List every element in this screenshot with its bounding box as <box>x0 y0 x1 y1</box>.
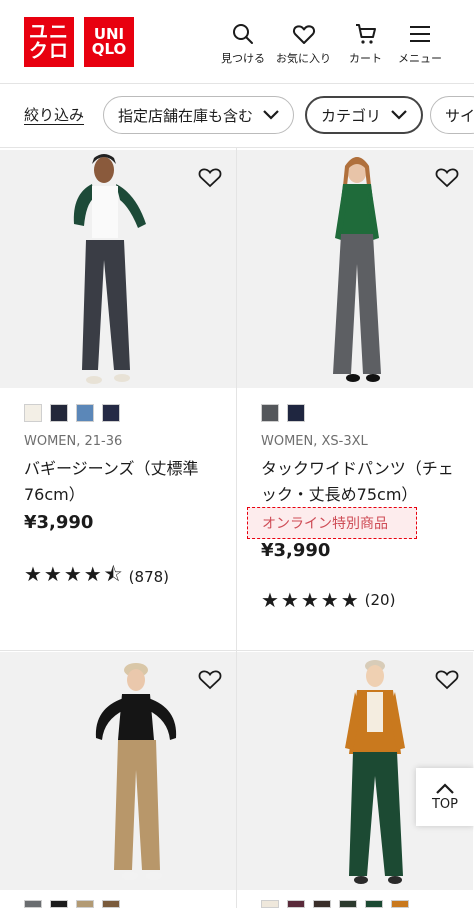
menu-icon <box>410 26 430 42</box>
filter-bar: 絞り込み 指定店舗在庫も含む カテゴリ サイ <box>0 84 474 148</box>
product-gender-size: WOMEN, 21-36 <box>24 434 123 449</box>
review-count: (20) <box>364 591 396 609</box>
color-swatch[interactable] <box>261 900 279 908</box>
review-count: (878) <box>128 568 170 586</box>
back-to-top-button[interactable]: TOP <box>416 768 474 826</box>
favorite-heart-icon[interactable] <box>435 166 459 188</box>
color-swatch[interactable] <box>391 900 409 908</box>
color-swatch[interactable] <box>24 900 42 908</box>
color-swatch[interactable] <box>102 900 120 908</box>
product-price: ¥3,990 <box>261 540 331 561</box>
rating-stars-icon: ★★★★★ <box>261 588 361 612</box>
product-rating: ★★★★★ (20) <box>261 588 395 612</box>
product-image[interactable] <box>237 150 473 388</box>
product-name[interactable]: バギージーンズ（丈標準76cm） <box>24 456 224 508</box>
product-price: ¥3,990 <box>24 512 94 533</box>
menu-button[interactable]: メニュー <box>398 22 442 66</box>
color-swatch[interactable] <box>365 900 383 908</box>
favorite-heart-icon[interactable] <box>198 668 222 690</box>
logo-en-line-2: QLO <box>91 40 127 58</box>
product-card-baggy-jeans[interactable]: WOMEN, 21-36 バギージーンズ（丈標準76cm） ¥3,990 ★★★… <box>0 150 236 650</box>
color-swatch[interactable] <box>287 900 305 908</box>
favorites-label: お気に入り <box>276 52 331 65</box>
color-swatches <box>24 404 120 422</box>
uniqlo-logo-latin[interactable]: UNI QLO <box>84 17 134 67</box>
color-swatch[interactable] <box>287 404 305 422</box>
menu-label: メニュー <box>398 52 442 65</box>
product-name[interactable]: タックワイドパンツ（チェック・丈長め75cm） <box>261 456 461 508</box>
color-swatch[interactable] <box>76 404 94 422</box>
favorites-button[interactable]: お気に入り <box>276 22 331 66</box>
chevron-down-icon <box>263 110 279 120</box>
color-swatch[interactable] <box>261 404 279 422</box>
favorite-heart-icon[interactable] <box>435 668 459 690</box>
product-image[interactable] <box>0 150 236 388</box>
color-swatch[interactable] <box>50 404 68 422</box>
online-exclusive-badge: オンライン特別商品 <box>247 507 417 539</box>
color-swatch[interactable] <box>50 900 68 908</box>
color-swatches-partial <box>24 900 120 908</box>
color-swatches-partial <box>261 900 409 908</box>
color-swatch[interactable] <box>313 900 331 908</box>
category-filter-pill[interactable]: カテゴリ <box>305 96 424 134</box>
chevron-up-icon <box>436 782 454 794</box>
uniqlo-logo-katakana[interactable]: ユニ クロ <box>24 17 74 67</box>
product-image[interactable] <box>0 652 236 890</box>
back-to-top-label: TOP <box>431 796 458 812</box>
product-card-tuck-wide-pants[interactable]: WOMEN, XS-3XL タックワイドパンツ（チェック・丈長め75cm） オン… <box>237 150 473 650</box>
product-card-3[interactable] <box>0 652 236 908</box>
logo-jp-line-2: クロ <box>28 40 69 62</box>
favorite-heart-icon[interactable] <box>198 166 222 188</box>
product-rating: ★★★★⯪ (878) <box>24 560 169 594</box>
site-header: ユニ クロ UNI QLO 見つける お気に入り カート メニュー <box>0 0 474 84</box>
color-swatch[interactable] <box>102 404 120 422</box>
rating-stars-icon: ★★★★⯪ <box>24 562 125 586</box>
search-button[interactable]: 見つける <box>221 22 265 66</box>
color-swatch[interactable] <box>24 404 42 422</box>
store-stock-filter-pill[interactable]: 指定店舗在庫も含む <box>103 96 295 134</box>
cart-icon <box>355 24 376 44</box>
grid-divider-horizontal <box>0 650 474 651</box>
product-gender-size: WOMEN, XS-3XL <box>261 434 368 449</box>
size-filter-pill[interactable]: サイ <box>430 96 474 134</box>
cart-button[interactable]: カート <box>349 22 382 66</box>
chevron-down-icon <box>391 110 407 120</box>
color-swatch[interactable] <box>339 900 357 908</box>
store-stock-filter-label: 指定店舗在庫も含む <box>118 106 254 125</box>
size-filter-label: サイ <box>445 106 474 125</box>
heart-icon <box>292 25 315 44</box>
category-filter-label: カテゴリ <box>321 106 382 125</box>
cart-label: カート <box>349 52 382 65</box>
refine-link[interactable]: 絞り込み <box>24 104 84 125</box>
color-swatches <box>261 404 305 422</box>
search-icon <box>233 24 253 44</box>
color-swatch[interactable] <box>76 900 94 908</box>
search-label: 見つける <box>221 52 265 65</box>
